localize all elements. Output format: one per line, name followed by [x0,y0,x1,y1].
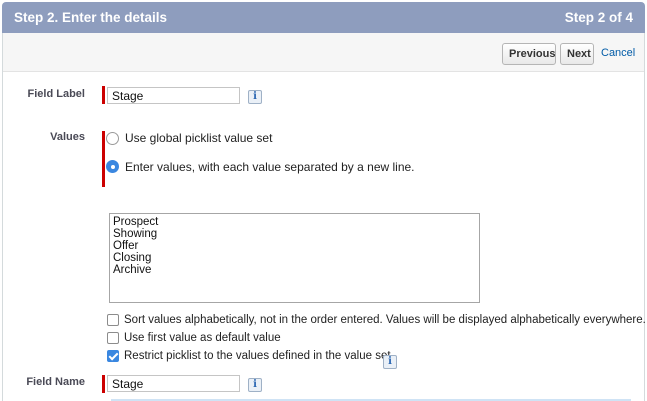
sort-alphabetically-checkbox[interactable] [107,314,119,326]
enter-values-option-label: Enter values, with each value separated … [125,160,415,174]
button-toolbar: Previous Next Cancel [3,33,644,72]
details-panel: Previous Next Cancel Field Label i Value… [2,33,646,401]
cancel-link[interactable]: Cancel [601,47,635,59]
next-button[interactable]: Next [560,43,594,65]
info-icon[interactable]: i [248,90,262,104]
required-indicator [102,86,105,104]
value-entry: Closing [113,252,152,264]
page-title: Step 2. Enter the details [14,10,168,25]
values-label: Values [50,131,85,143]
value-entry: Showing [113,228,158,240]
sort-alphabetically-label: Sort values alphabetically, not in the o… [124,314,646,326]
previous-button[interactable]: Previous [502,43,556,65]
step-indicator: Step 2 of 4 [564,10,633,25]
info-icon[interactable]: i [248,378,262,392]
global-picklist-radio[interactable] [106,132,119,145]
required-indicator [102,131,105,187]
restrict-picklist-checkbox[interactable] [107,350,119,362]
wizard-header: Step 2. Enter the details Step 2 of 4 [2,2,645,33]
value-entry: Archive [113,264,152,276]
values-textarea[interactable]: Prospect Showing Offer Closing Archive [109,213,480,303]
enter-values-radio[interactable] [106,160,119,173]
global-picklist-option-label: Use global picklist value set [125,131,273,145]
field-name-label: Field Name [26,376,85,388]
restrict-picklist-label: Restrict picklist to the values defined … [124,350,394,362]
field-name-input[interactable] [107,375,240,392]
first-value-default-checkbox[interactable] [107,332,119,344]
field-label-input[interactable] [107,87,240,104]
info-icon[interactable]: i [383,355,397,369]
required-indicator [102,375,105,393]
value-entry: Offer [113,240,139,252]
field-label-label: Field Label [27,88,85,100]
first-value-default-label: Use first value as default value [124,332,281,344]
value-entry: Prospect [113,216,159,228]
